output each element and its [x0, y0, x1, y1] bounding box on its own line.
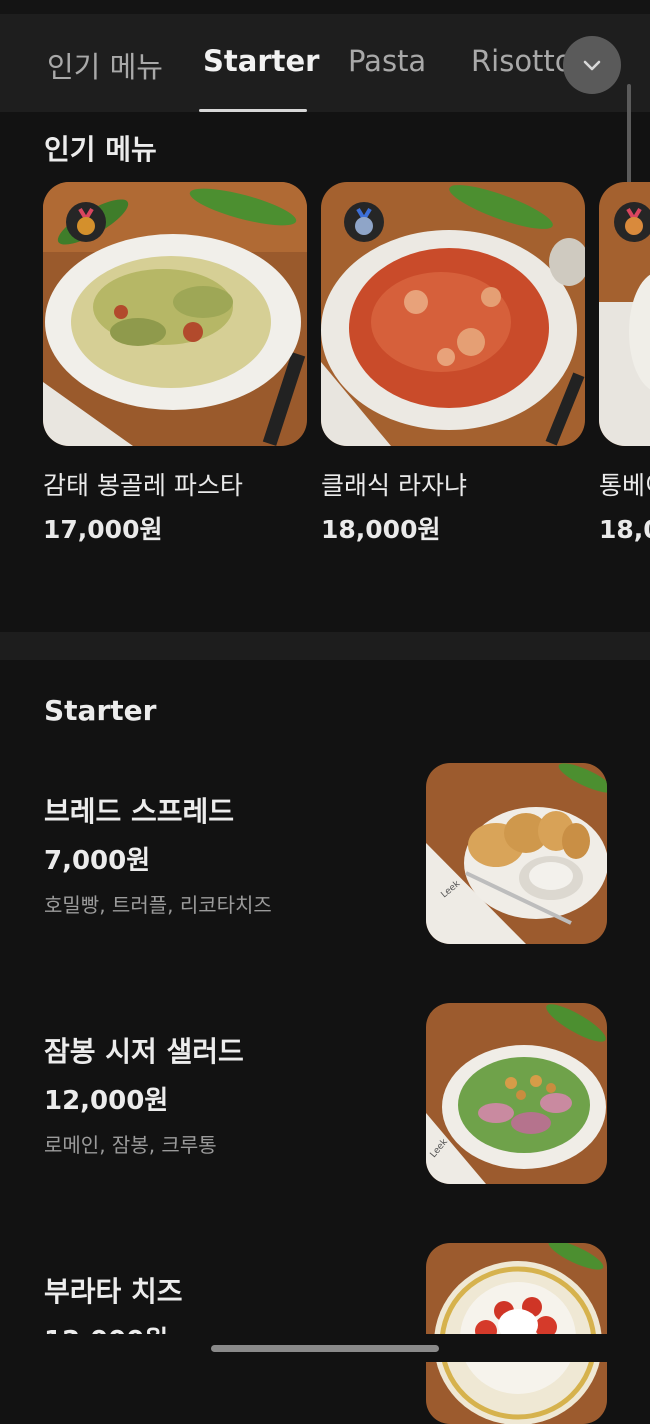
silver-medal-icon	[355, 207, 373, 235]
rank-medal-1	[66, 202, 106, 242]
tab-popular[interactable]: 인기 메뉴	[47, 44, 163, 86]
rank-medal-2	[344, 202, 384, 242]
bread-spread-photo: Leek	[426, 763, 607, 944]
tab-list: 인기 메뉴 Starter Pasta Risotto	[0, 14, 650, 112]
menu-item-2-description: 로메인, 잠봉, 크루통	[44, 1133, 217, 1157]
menu-item-2-name[interactable]: 잠봉 시저 샐러드	[44, 1030, 244, 1070]
rank-medal-3	[614, 202, 650, 242]
section-divider	[0, 632, 650, 660]
tab-risotto[interactable]: Risotto	[471, 44, 573, 78]
tab-pasta[interactable]: Pasta	[348, 44, 426, 78]
popular-card-1-name: 감태 봉골레 파스타	[43, 471, 243, 500]
popular-card-3-image[interactable]	[599, 182, 650, 446]
expand-categories-button[interactable]	[563, 36, 621, 94]
popular-card-3-name: 통베이컨 크림 파스타	[599, 471, 650, 500]
starter-section-title: Starter	[44, 694, 157, 727]
active-tab-indicator	[199, 109, 307, 112]
popular-card-1-image[interactable]	[43, 182, 307, 446]
bronze-medal-icon	[625, 207, 643, 235]
gold-medal-icon	[77, 207, 95, 235]
menu-item-1-price: 7,000원	[44, 846, 151, 876]
popular-card-2-image[interactable]	[321, 182, 585, 446]
menu-item-1-image[interactable]: Leek	[426, 763, 607, 944]
menu-item-2-image[interactable]: Leek	[426, 1003, 607, 1184]
caesar-salad-photo: Leek	[426, 1003, 607, 1184]
status-strip	[0, 0, 650, 14]
popular-section-title: 인기 메뉴	[44, 133, 157, 166]
menu-item-1-description: 호밀빵, 트러플, 리코타치즈	[44, 893, 272, 917]
menu-item-2-price: 12,000원	[44, 1086, 169, 1116]
popular-card-2-name: 클래식 라자냐	[321, 471, 467, 500]
category-tab-bar: 인기 메뉴 Starter Pasta Risotto	[0, 0, 650, 112]
popular-card-1-price: 17,000원	[43, 515, 163, 544]
menu-item-1-name[interactable]: 브레드 스프레드	[44, 790, 234, 830]
popular-card-3-price: 18,000원	[599, 515, 650, 544]
tab-starter[interactable]: Starter	[203, 44, 319, 78]
popular-card-2-price: 18,000원	[321, 515, 441, 544]
chevron-down-icon	[583, 60, 601, 71]
home-indicator[interactable]	[211, 1345, 439, 1352]
menu-item-3-name[interactable]: 부라타 치즈	[44, 1270, 183, 1310]
